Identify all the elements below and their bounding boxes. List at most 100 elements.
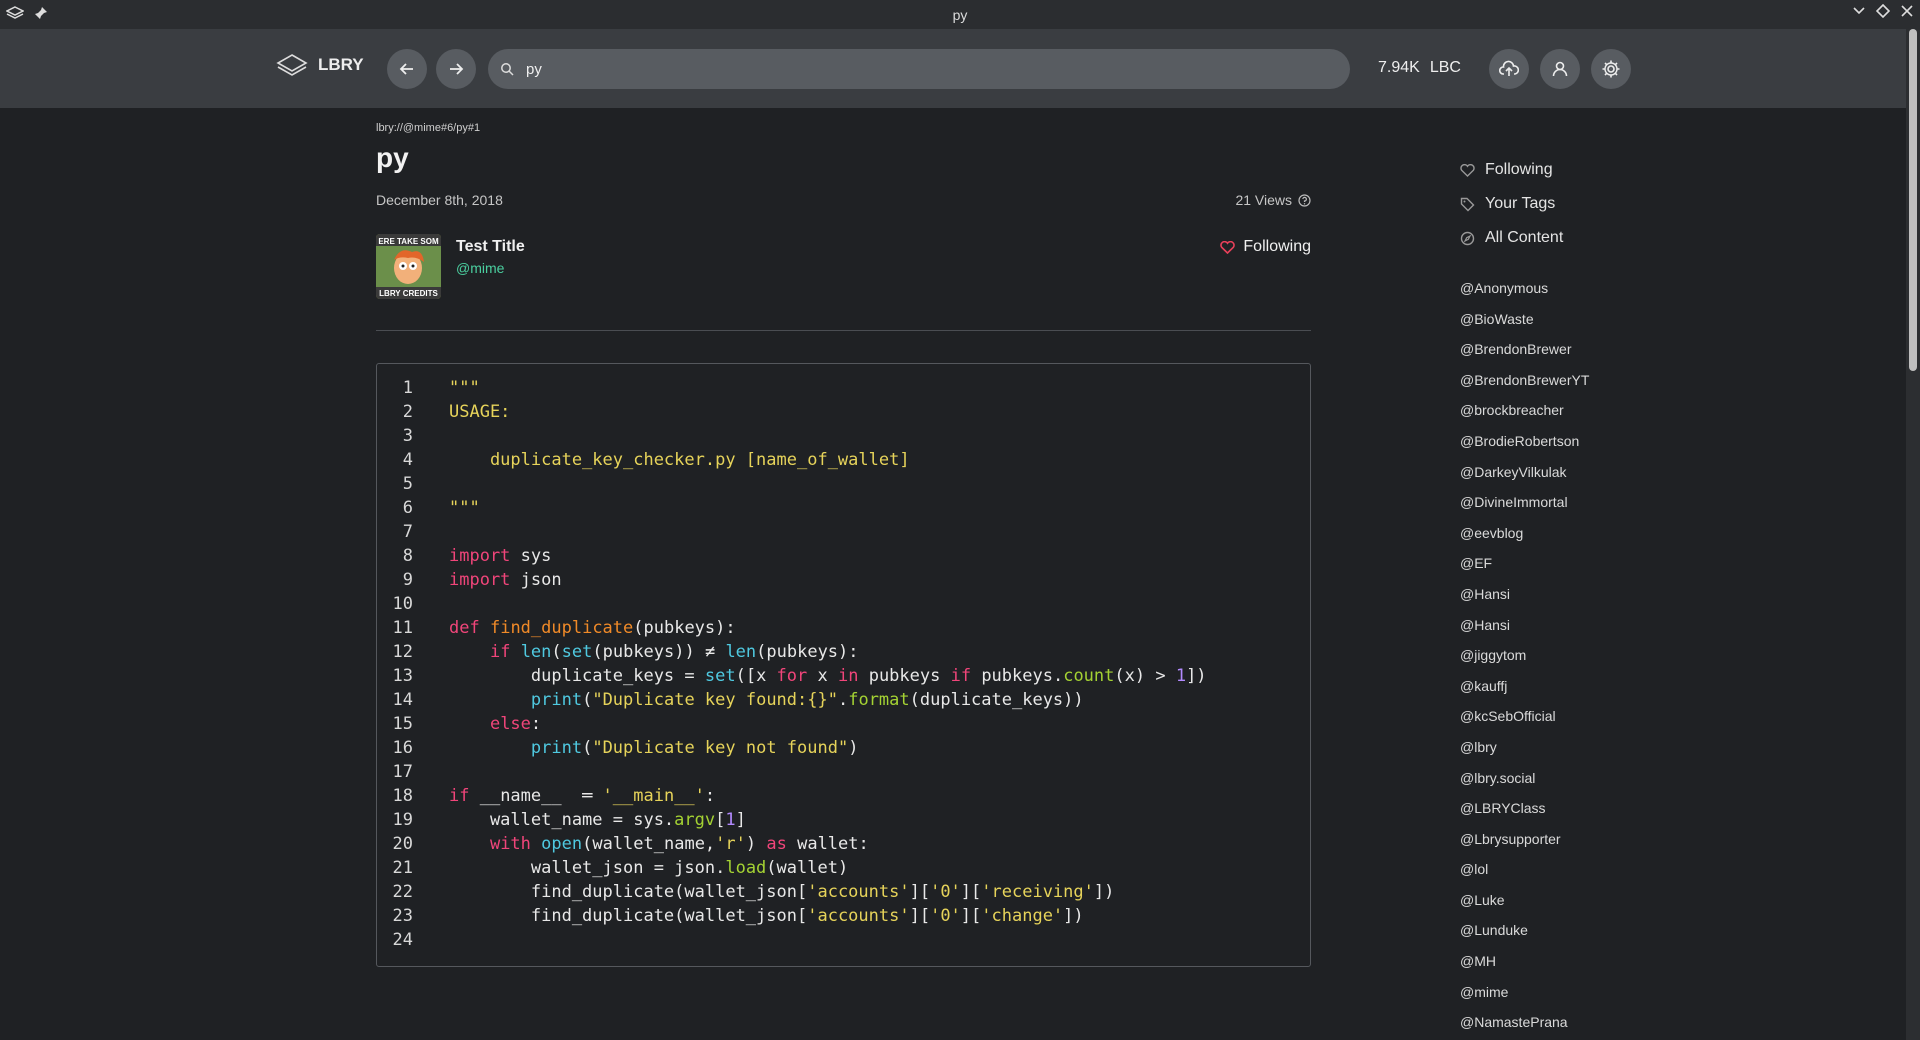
sidebar-channel-link[interactable]: @lol (1460, 854, 1880, 885)
code-line: 8 import sys (377, 544, 1310, 568)
sidebar-channel-link[interactable]: @BioWaste (1460, 304, 1880, 335)
line-number: 22 (392, 882, 413, 902)
wallet-balance[interactable]: 7.94K LBC (1378, 59, 1461, 77)
content-meta: December 8th, 2018 21 Views (376, 192, 1311, 208)
lbry-logo[interactable]: LBRY (276, 53, 364, 77)
sidebar-item-all-content[interactable]: All Content (1460, 221, 1880, 255)
code-text: import json (449, 570, 562, 590)
arrow-right-icon (450, 63, 464, 75)
code-line: 24 (377, 928, 1310, 952)
content-main: lbry://@mime#6/py#1 py December 8th, 201… (376, 108, 1311, 967)
line-number: 6 (402, 498, 413, 518)
sidebar-channel-link[interactable]: @LBRYClass (1460, 793, 1880, 824)
help-circle-icon[interactable] (1298, 193, 1311, 207)
line-number: 13 (392, 666, 413, 686)
sidebar-channel-link[interactable]: @Lbrysupporter (1460, 824, 1880, 855)
code-text: def find_duplicate(pubkeys): (449, 618, 736, 638)
code-line: 9 import json (377, 568, 1310, 592)
code-line: 13 duplicate_keys = set([x for x in pubk… (377, 664, 1310, 688)
page-scrollbar[interactable] (1906, 29, 1920, 1040)
line-number: 17 (392, 762, 413, 782)
sidebar-channel-link[interactable]: @DivineImmortal (1460, 487, 1880, 518)
channel-title[interactable]: Test Title (456, 238, 525, 256)
code-line: 12 if len(set(pubkeys)) ≠ len(pubkeys): (377, 640, 1310, 664)
sidebar-channel-link[interactable]: @kauffj (1460, 671, 1880, 702)
sidebar-channel-link[interactable]: @Luke (1460, 885, 1880, 916)
scrollbar-thumb[interactable] (1909, 29, 1917, 371)
code-line: 6 """ (377, 496, 1310, 520)
sidebar-channel-link[interactable]: @eevblog (1460, 518, 1880, 549)
line-number: 7 (402, 522, 413, 542)
code-text: print("Duplicate key not found") (530, 738, 859, 758)
code-line: 20 with open(wallet_name,'r') as wallet: (377, 832, 1310, 856)
sidebar-item-your-tags[interactable]: Your Tags (1460, 187, 1880, 221)
close-icon[interactable] (1900, 4, 1914, 18)
sidebar-channel-link[interactable]: @BrodieRobertson (1460, 426, 1880, 457)
channel-handle[interactable]: @mime (456, 260, 504, 276)
sidebar-item-label: Your Tags (1485, 195, 1556, 212)
line-number: 10 (392, 594, 413, 614)
sidebar-item-label: All Content (1485, 229, 1564, 246)
settings-button[interactable] (1591, 49, 1631, 89)
publish-button[interactable] (1489, 49, 1529, 89)
search-bar[interactable] (488, 49, 1350, 89)
lbry-logo-icon (276, 54, 308, 76)
code-viewer[interactable]: 1 """ 2 USAGE: 3 4 duplicate_key_checker.p… (376, 363, 1311, 967)
code-text: duplicate_keys = set([x for x in pubkeys… (449, 666, 1207, 686)
sidebar-channel-link[interactable]: @BrendonBrewerYT (1460, 365, 1880, 396)
search-input[interactable] (526, 60, 1306, 78)
sidebar-channel-link[interactable]: @lbry (1460, 732, 1880, 763)
line-number: 4 (402, 450, 413, 470)
code-line: 11 def find_duplicate(pubkeys): (377, 616, 1310, 640)
window-controls (1852, 4, 1914, 18)
line-number: 12 (392, 642, 413, 662)
sidebar-channel-link[interactable]: @brockbreacher (1460, 395, 1880, 426)
channel-thumbnail-image: ERE TAKE SOM LBRY CREDITS (376, 234, 441, 299)
sidebar-channel-link[interactable]: @Lunduke (1460, 915, 1880, 946)
heart-outline-icon (1460, 163, 1475, 177)
sidebar-channel-link[interactable]: @BrendonBrewer (1460, 334, 1880, 365)
code-line: 3 (377, 424, 1310, 448)
code-line: 16 print("Duplicate key not found") (377, 736, 1310, 760)
line-number: 24 (392, 930, 413, 950)
sidebar-item-following[interactable]: Following (1460, 153, 1880, 187)
search-icon (501, 63, 514, 76)
sidebar-channel-link[interactable]: @jiggytom (1460, 640, 1880, 671)
sidebar-channel-link[interactable]: @Anonymous (1460, 273, 1880, 304)
view-count-label: 21 Views (1235, 192, 1292, 208)
back-button[interactable] (387, 49, 427, 89)
sidebar-channel-link[interactable]: @EF (1460, 548, 1880, 579)
sidebar-channel-link[interactable]: @NamastePrana (1460, 1007, 1880, 1038)
line-number: 14 (392, 690, 413, 710)
code-text: with open(wallet_name,'r') as wallet: (489, 834, 869, 854)
cloud-upload-icon (1499, 60, 1519, 76)
code-text: if len(set(pubkeys)) ≠ len(pubkeys): (489, 642, 859, 662)
sidebar-channel-link[interactable]: @Hansi (1460, 610, 1880, 641)
sidebar-channel-link[interactable]: @mime (1460, 977, 1880, 1008)
forward-button[interactable] (436, 49, 476, 89)
compass-icon (1460, 231, 1475, 245)
sidebar-channel-link[interactable]: @kcSebOfficial (1460, 701, 1880, 732)
sidebar-channel-link[interactable]: @DarkeyVilkulak (1460, 457, 1880, 488)
line-number: 18 (392, 786, 413, 806)
code-line: 5 (377, 472, 1310, 496)
sidebar-channel-link[interactable]: @Hansi (1460, 579, 1880, 610)
line-number: 11 (392, 618, 413, 638)
sidebar-channel-link[interactable]: @MH (1460, 946, 1880, 977)
content-uri[interactable]: lbry://@mime#6/py#1 (376, 122, 1311, 134)
sidebar: Following Your Tags All Content @Anonymo… (1460, 108, 1880, 1038)
sidebar-item-label: Following (1485, 161, 1553, 178)
line-number: 5 (402, 474, 413, 494)
code-text: USAGE: (449, 402, 511, 422)
code-line: 17 (377, 760, 1310, 784)
channel-thumbnail[interactable]: ERE TAKE SOM LBRY CREDITS (376, 234, 441, 299)
sidebar-channel-link[interactable]: @lbry.social (1460, 763, 1880, 794)
code-text: """ (449, 498, 480, 518)
follow-button[interactable]: Following (1220, 238, 1311, 256)
maximize-icon[interactable] (1876, 4, 1890, 18)
tag-icon (1460, 197, 1475, 211)
minimize-icon[interactable] (1852, 4, 1866, 18)
account-button[interactable] (1540, 49, 1580, 89)
code-text: find_duplicate(wallet_json['accounts']['… (449, 906, 1084, 926)
balance-unit: LBC (1429, 59, 1461, 76)
